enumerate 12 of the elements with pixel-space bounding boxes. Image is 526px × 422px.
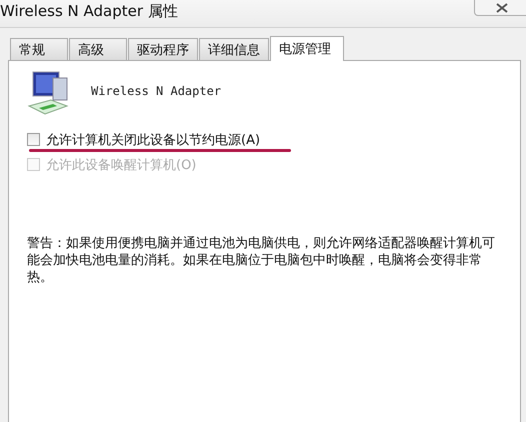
device-name: Wireless N Adapter xyxy=(91,84,222,98)
close-button[interactable] xyxy=(474,0,526,16)
close-icon xyxy=(496,2,508,12)
checkbox-label[interactable]: 允许计算机关闭此设备以节约电源(A) xyxy=(46,130,260,148)
tab[interactable]: 驱动程序 xyxy=(128,38,198,60)
tab[interactable]: 常规 xyxy=(10,38,68,60)
tab[interactable]: 高级 xyxy=(69,38,127,60)
warning-text: 警告：如果使用便携电脑并通过电池为电脑供电，则允许网络适配器唤醒计算机可能会加快电池电量的消耗。如果在电脑位于电脑包中时唤醒，电脑将会变得非常热。 xyxy=(27,235,496,286)
tab[interactable]: 电源管理 xyxy=(270,36,344,61)
tab[interactable]: 详细信息 xyxy=(199,38,269,60)
checkbox[interactable] xyxy=(27,133,40,146)
window-title: Wireless N Adapter 属性 xyxy=(0,1,178,21)
